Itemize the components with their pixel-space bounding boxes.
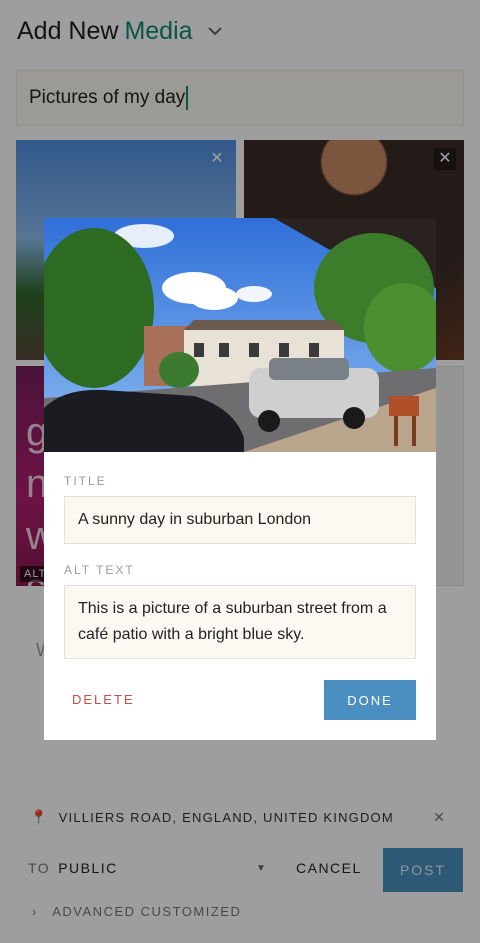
photo-preview <box>44 218 436 452</box>
done-button[interactable]: DONE <box>324 680 416 720</box>
title-label: TITLE <box>64 474 107 488</box>
alt-text-value: This is a picture of a suburban street f… <box>78 600 387 643</box>
page: Add New Media Pictures of my day ✕ ✕ g n… <box>0 0 480 943</box>
alt-text-label: ALT TEXT <box>64 563 135 577</box>
title-value: A sunny day in suburban London <box>78 511 312 528</box>
delete-button[interactable]: DELETE <box>72 692 135 707</box>
alt-text-input[interactable]: This is a picture of a suburban street f… <box>64 585 416 659</box>
title-input[interactable]: A sunny day in suburban London <box>64 496 416 544</box>
media-detail-dialog: TITLE A sunny day in suburban London ALT… <box>44 218 436 740</box>
